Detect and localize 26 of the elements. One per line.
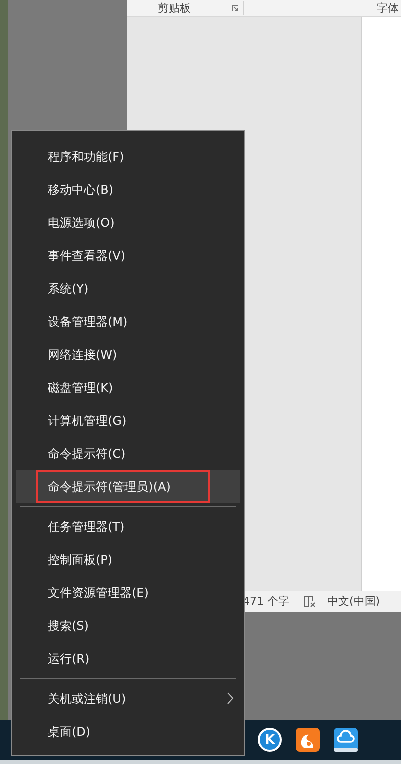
menu-item[interactable]: 网络连接(W): [16, 338, 240, 371]
k-logo-icon[interactable]: K: [258, 728, 282, 752]
language-indicator[interactable]: 中文(中国): [328, 596, 380, 607]
menu-item[interactable]: 命令提示符(C): [16, 437, 240, 470]
menu-item[interactable]: 命令提示符(管理员)(A): [16, 470, 240, 503]
dialog-launcher-icon[interactable]: [232, 4, 239, 12]
menu-item[interactable]: 事件查看器(V): [16, 239, 240, 272]
menu-item[interactable]: 运行(R): [16, 642, 240, 675]
menu-item[interactable]: 计算机管理(G): [16, 404, 240, 437]
menu-item[interactable]: 控制面板(P): [16, 543, 240, 576]
ribbon-group-label: 字体: [377, 2, 399, 14]
menu-item[interactable]: 程序和功能(F): [16, 140, 240, 173]
menu-item[interactable]: 系统(Y): [16, 272, 240, 305]
menu-item[interactable]: 关机或注销(U): [16, 682, 240, 715]
menu-item[interactable]: 搜索(S): [16, 609, 240, 642]
menu-item[interactable]: 设备管理器(M): [16, 305, 240, 338]
menu-item[interactable]: 任务管理器(T): [16, 510, 240, 543]
cloud-app-icon[interactable]: [334, 728, 358, 752]
menu-item[interactable]: 桌面(D): [16, 715, 240, 748]
menu-item[interactable]: 磁盘管理(K): [16, 371, 240, 404]
squirrel-app-icon[interactable]: [296, 728, 320, 752]
menu-item[interactable]: 电源选项(O): [16, 206, 240, 239]
menu-item[interactable]: 移动中心(B): [16, 173, 240, 206]
ribbon-group-label: 剪贴板: [158, 2, 192, 14]
menu-item[interactable]: 文件资源管理器(E): [16, 576, 240, 609]
proofing-icon[interactable]: [304, 596, 316, 608]
